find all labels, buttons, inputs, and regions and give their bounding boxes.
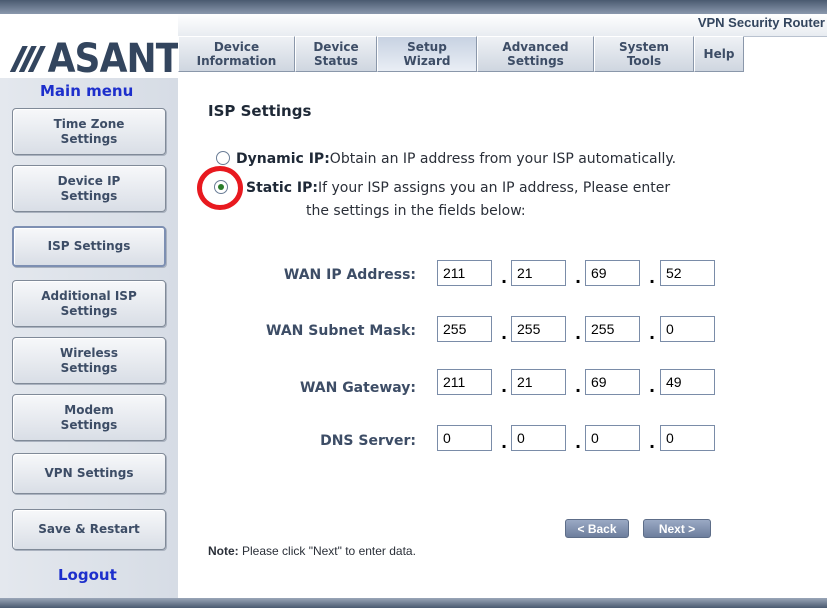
sidebar-item-device-ip-settings[interactable]: Device IP Settings bbox=[12, 165, 166, 212]
logo-mark-icon bbox=[9, 46, 46, 72]
asante-logo: ASANTÉ bbox=[8, 36, 204, 82]
subnet-mask-octet-1[interactable] bbox=[437, 316, 492, 342]
note-message: Please click "Next" to enter data. bbox=[238, 544, 416, 558]
dynamic-ip-radio[interactable] bbox=[216, 151, 230, 165]
octet-separator: . bbox=[649, 268, 656, 287]
wan-ip-octet-1[interactable] bbox=[437, 260, 492, 286]
tab-help[interactable]: Help bbox=[694, 36, 744, 72]
octet-separator: . bbox=[501, 377, 508, 396]
top-nav-tabs: Device Information Device Status Setup W… bbox=[178, 36, 827, 74]
octet-separator: . bbox=[649, 433, 656, 452]
gateway-octet-4[interactable] bbox=[660, 369, 715, 395]
static-ip-description: If your ISP assigns you an IP address, P… bbox=[317, 180, 671, 196]
tab-system-tools[interactable]: System Tools bbox=[594, 36, 694, 72]
wan-ip-octet-4[interactable] bbox=[660, 260, 715, 286]
wan-ip-address-label: WAN IP Address: bbox=[283, 267, 416, 283]
highlight-circle bbox=[197, 166, 243, 210]
subnet-mask-octet-2[interactable] bbox=[511, 316, 566, 342]
octet-separator: . bbox=[575, 377, 582, 396]
next-button[interactable]: Next > bbox=[643, 519, 711, 538]
sidebar-item-wireless-settings[interactable]: Wireless Settings bbox=[12, 337, 166, 384]
dns-octet-1[interactable] bbox=[437, 425, 492, 451]
dns-server-label: DNS Server: bbox=[320, 433, 416, 449]
octet-separator: . bbox=[649, 324, 656, 343]
logo-area: ASANTÉ bbox=[0, 14, 204, 82]
wan-subnet-mask-label: WAN Subnet Mask: bbox=[266, 323, 416, 339]
back-button[interactable]: < Back bbox=[565, 519, 629, 538]
octet-separator: . bbox=[575, 268, 582, 287]
dynamic-ip-description: Obtain an IP address from your ISP autom… bbox=[329, 151, 677, 167]
product-name: VPN Security Router bbox=[697, 15, 825, 30]
note-text: Note: Please click "Next" to enter data. bbox=[208, 544, 416, 558]
tab-device-status[interactable]: Device Status bbox=[295, 36, 377, 72]
sidebar-item-isp-settings[interactable]: ISP Settings bbox=[12, 226, 166, 267]
tab-advanced-settings[interactable]: Advanced Settings bbox=[477, 36, 594, 72]
sidebar-item-save-restart[interactable]: Save & Restart bbox=[12, 509, 166, 550]
subnet-mask-octet-3[interactable] bbox=[585, 316, 640, 342]
static-ip-option-text: Static IP:If your ISP assigns you an IP … bbox=[246, 180, 670, 196]
gateway-octet-2[interactable] bbox=[511, 369, 566, 395]
static-ip-description-line2: the settings in the fields below: bbox=[306, 203, 526, 219]
sidebar-item-time-zone-settings[interactable]: Time Zone Settings bbox=[12, 108, 166, 155]
window-top-frame bbox=[0, 0, 827, 14]
dynamic-ip-option-text: Dynamic IP:Obtain an IP address from you… bbox=[236, 151, 676, 167]
note-label: Note: bbox=[208, 544, 239, 558]
octet-separator: . bbox=[501, 433, 508, 452]
tab-setup-wizard[interactable]: Setup Wizard bbox=[377, 36, 477, 72]
octet-separator: . bbox=[501, 268, 508, 287]
octet-separator: . bbox=[649, 377, 656, 396]
subnet-mask-octet-4[interactable] bbox=[660, 316, 715, 342]
sidebar-item-vpn-settings[interactable]: VPN Settings bbox=[12, 453, 166, 494]
wan-gateway-label: WAN Gateway: bbox=[299, 380, 416, 396]
logout-link[interactable]: Logout bbox=[58, 566, 117, 584]
sidebar-item-modem-settings[interactable]: Modem Settings bbox=[12, 394, 166, 441]
page-title: ISP Settings bbox=[208, 102, 312, 120]
tab-device-information[interactable]: Device Information bbox=[178, 36, 295, 72]
dynamic-ip-label: Dynamic IP: bbox=[236, 151, 330, 167]
wan-ip-octet-3[interactable] bbox=[585, 260, 640, 286]
wan-ip-octet-2[interactable] bbox=[511, 260, 566, 286]
dns-octet-4[interactable] bbox=[660, 425, 715, 451]
main-menu-heading: Main menu bbox=[40, 82, 134, 100]
octet-separator: . bbox=[501, 324, 508, 343]
gateway-octet-3[interactable] bbox=[585, 369, 640, 395]
dns-octet-2[interactable] bbox=[511, 425, 566, 451]
octet-separator: . bbox=[575, 433, 582, 452]
window-bottom-frame bbox=[0, 598, 827, 608]
static-ip-label: Static IP: bbox=[246, 180, 318, 196]
sidebar-item-additional-isp-settings[interactable]: Additional ISP Settings bbox=[12, 280, 166, 327]
octet-separator: . bbox=[575, 324, 582, 343]
gateway-octet-1[interactable] bbox=[437, 369, 492, 395]
dns-octet-3[interactable] bbox=[585, 425, 640, 451]
